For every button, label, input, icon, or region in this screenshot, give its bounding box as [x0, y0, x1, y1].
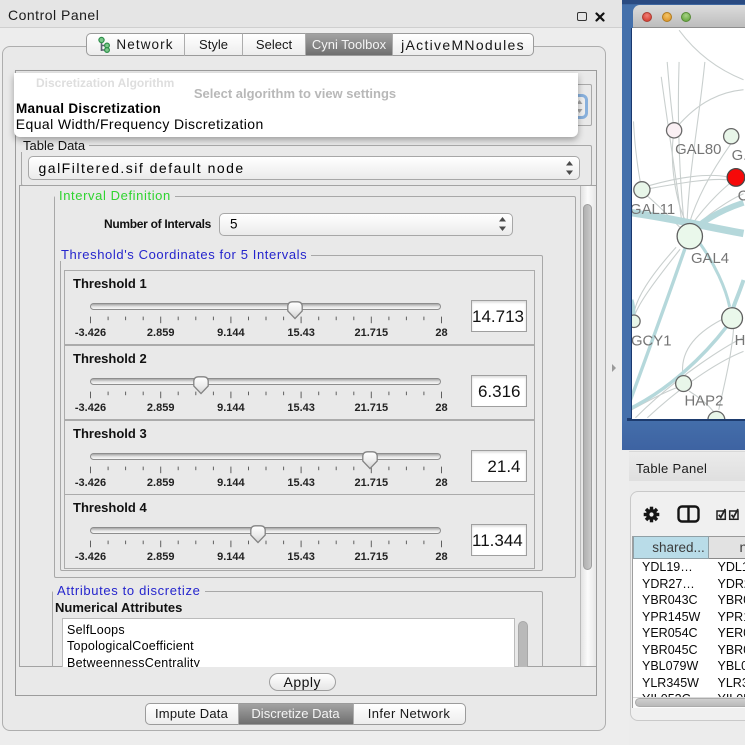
svg-text:C: C	[738, 188, 745, 204]
svg-text:HAP2: HAP2	[685, 393, 724, 409]
svg-text:GCY1: GCY1	[631, 333, 671, 349]
svg-text:GAL80: GAL80	[675, 142, 721, 158]
svg-text:H: H	[735, 332, 745, 348]
svg-text:G.: G.	[732, 148, 745, 164]
svg-text:GAL4: GAL4	[691, 251, 729, 267]
svg-text:GAL11: GAL11	[631, 202, 675, 218]
